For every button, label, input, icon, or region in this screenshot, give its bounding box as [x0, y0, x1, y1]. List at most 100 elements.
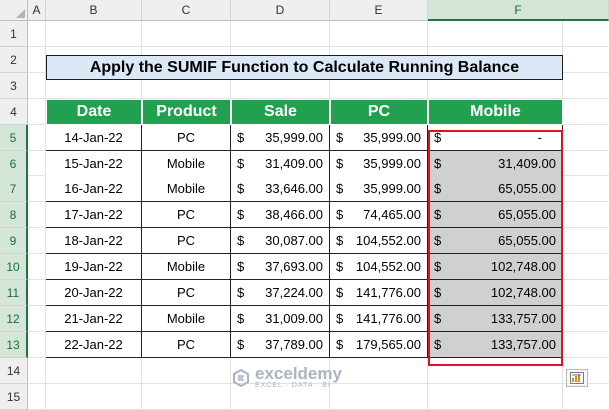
cell-product[interactable]: PC [142, 202, 231, 229]
row-header-10[interactable]: 10 [0, 254, 28, 281]
cell-date[interactable]: 17-Jan-22 [46, 202, 142, 229]
cell-pc[interactable]: $35,999.00 [330, 150, 428, 177]
exceldemy-watermark: exceldemy EXCEL · DATA · BI [232, 365, 342, 389]
currency-value: $35,999.00 [330, 130, 427, 145]
currency-value: $37,789.00 [231, 337, 329, 352]
cell-value: 31,409.00 [265, 155, 323, 171]
cell-value: Mobile [166, 181, 206, 197]
row-header-2[interactable]: 2 [0, 46, 28, 73]
row-header-11[interactable]: 11 [0, 280, 28, 306]
cell-pc[interactable]: $104,552.00 [330, 254, 428, 281]
cell-pc[interactable]: $141,776.00 [330, 305, 428, 332]
cell-sale[interactable]: $31,409.00 [231, 150, 330, 177]
cell-sale[interactable]: $38,466.00 [231, 202, 330, 229]
cell-product[interactable]: PC [142, 228, 231, 255]
cell-value: Mobile [166, 310, 206, 326]
cell-value: 37,693.00 [265, 259, 323, 275]
cell-date[interactable]: 18-Jan-22 [46, 228, 142, 255]
cell-product[interactable]: Mobile [142, 254, 231, 281]
cell-product[interactable]: PC [142, 124, 231, 151]
header-sale[interactable]: Sale [231, 98, 330, 125]
currency-value: $37,693.00 [231, 259, 329, 274]
cell-date[interactable]: 16-Jan-22 [46, 176, 142, 203]
cell-pc[interactable]: $74,465.00 [330, 202, 428, 229]
header-pc[interactable]: PC [330, 98, 428, 125]
column-header-e[interactable]: E [330, 0, 428, 21]
cell-sale[interactable]: $31,009.00 [231, 305, 330, 332]
cell-value: 33,646.00 [265, 181, 323, 197]
currency-value: $31,009.00 [231, 311, 329, 326]
cell-value: 74,465.00 [363, 207, 421, 223]
currency-value: $74,465.00 [330, 207, 427, 222]
cell-sale[interactable]: $37,789.00 [231, 331, 330, 358]
cell-product[interactable]: PC [142, 280, 231, 306]
row-header-6[interactable]: 6 [0, 150, 28, 177]
currency-symbol: $ [336, 259, 344, 275]
cell-product[interactable]: PC [142, 331, 231, 358]
sheet-title[interactable]: Apply the SUMIF Function to Calculate Ru… [46, 55, 563, 80]
select-all-triangle-icon [16, 9, 25, 18]
cell-date[interactable]: 20-Jan-22 [46, 280, 142, 306]
cell-value: 21-Jan-22 [64, 310, 123, 326]
cell-value: 22-Jan-22 [64, 336, 123, 352]
currency-symbol: $ [336, 310, 344, 326]
cell-value: 30,087.00 [265, 233, 323, 249]
currency-symbol: $ [336, 285, 344, 300]
row-header-13[interactable]: 13 [0, 331, 28, 358]
cell-product[interactable]: Mobile [142, 305, 231, 332]
cell-sale[interactable]: $37,693.00 [231, 254, 330, 281]
header-label: PC [367, 102, 391, 120]
cell-sale[interactable]: $37,224.00 [231, 280, 330, 306]
column-header-d[interactable]: D [231, 0, 330, 21]
cell-value: 37,224.00 [265, 285, 323, 300]
cell-value: Mobile [166, 155, 206, 171]
row-header-8[interactable]: 8 [0, 202, 28, 229]
header-product[interactable]: Product [142, 98, 231, 125]
select-all-corner[interactable] [0, 0, 28, 21]
currency-value: $30,087.00 [231, 233, 329, 248]
cell-date[interactable]: 15-Jan-22 [46, 150, 142, 177]
cell-sale[interactable]: $33,646.00 [231, 176, 330, 203]
row-header-9[interactable]: 9 [0, 228, 28, 255]
column-header-c[interactable]: C [142, 0, 231, 21]
currency-value: $35,999.00 [231, 130, 329, 145]
column-header-b[interactable]: B [46, 0, 142, 21]
cell-value: 37,789.00 [265, 336, 323, 352]
cell-date[interactable]: 14-Jan-22 [46, 124, 142, 151]
cell-pc[interactable]: $35,999.00 [330, 176, 428, 203]
cell-pc[interactable]: $179,565.00 [330, 331, 428, 358]
cell-date[interactable]: 19-Jan-22 [46, 254, 142, 281]
row-header-15[interactable]: 15 [0, 383, 28, 410]
row-header-14[interactable]: 14 [0, 357, 28, 384]
currency-value: $179,565.00 [330, 337, 427, 352]
row-header-4[interactable]: 4 [0, 98, 28, 125]
cell-sale[interactable]: $35,999.00 [231, 124, 330, 151]
row-header-3[interactable]: 3 [0, 72, 28, 99]
currency-symbol: $ [237, 207, 245, 223]
row-header-7[interactable]: 7 [0, 176, 28, 203]
cell-date[interactable]: 21-Jan-22 [46, 305, 142, 332]
column-header-f[interactable]: F [428, 0, 609, 21]
cell-pc[interactable]: $141,776.00 [330, 280, 428, 306]
cell-pc[interactable]: $104,552.00 [330, 228, 428, 255]
header-label: Date [76, 102, 112, 120]
row-header-1[interactable]: 1 [0, 21, 28, 47]
cell-pc[interactable]: $35,999.00 [330, 124, 428, 151]
cell-sale[interactable]: $30,087.00 [231, 228, 330, 255]
gridline-horizontal [28, 45, 609, 47]
header-label: Sale [264, 102, 297, 120]
currency-symbol: $ [336, 207, 344, 223]
currency-value: $104,552.00 [330, 233, 427, 248]
quick-analysis-button[interactable] [566, 369, 588, 387]
cell-date[interactable]: 22-Jan-22 [46, 331, 142, 358]
currency-value: $104,552.00 [330, 259, 427, 274]
row-header-5[interactable]: 5 [0, 124, 28, 151]
row-header-12[interactable]: 12 [0, 305, 28, 332]
currency-symbol: $ [237, 310, 245, 326]
header-date[interactable]: Date [46, 98, 142, 125]
header-mobile[interactable]: Mobile [428, 98, 563, 125]
cell-product[interactable]: Mobile [142, 176, 231, 203]
column-header-a[interactable]: A [28, 0, 46, 21]
currency-symbol: $ [237, 336, 245, 352]
cell-product[interactable]: Mobile [142, 150, 231, 177]
